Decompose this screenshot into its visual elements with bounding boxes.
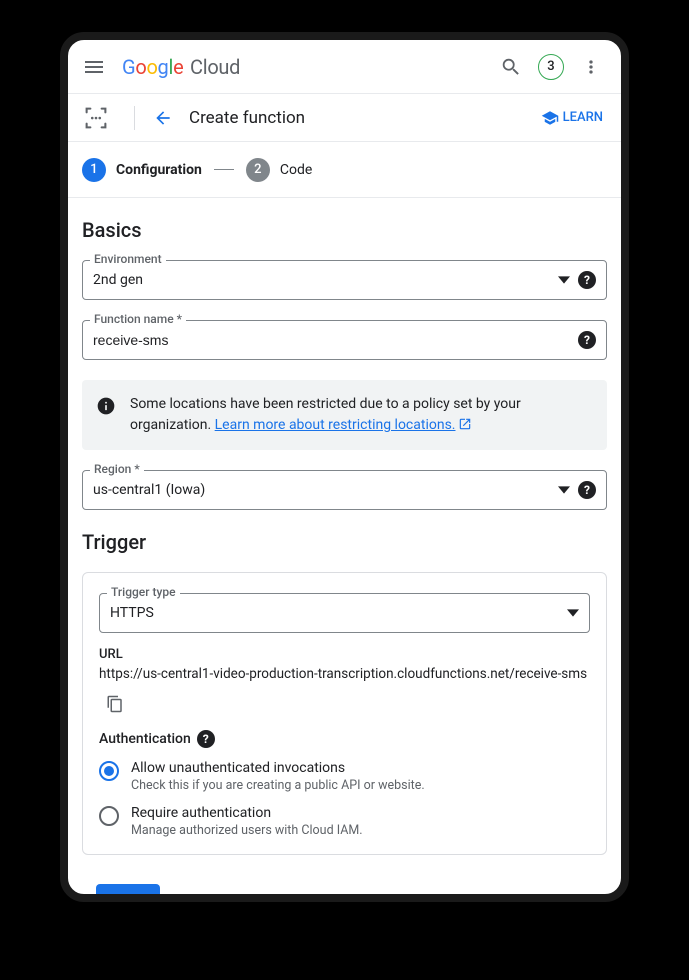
auth-heading: Authentication ? bbox=[99, 730, 590, 748]
auth-radio-require[interactable]: Require authentication Manage authorized… bbox=[99, 805, 590, 838]
function-name-input-box: ? bbox=[82, 320, 607, 360]
search-icon[interactable] bbox=[491, 47, 531, 87]
back-button[interactable] bbox=[145, 100, 181, 136]
help-icon[interactable]: ? bbox=[578, 481, 596, 499]
url-label: URL bbox=[99, 647, 590, 662]
chevron-down-icon bbox=[567, 604, 579, 623]
radio-title: Require authentication bbox=[131, 805, 363, 821]
region-select[interactable]: us-central1 (Iowa) ? bbox=[82, 470, 607, 510]
function-name-label: Function name * bbox=[90, 312, 186, 326]
external-link-icon bbox=[458, 417, 472, 431]
environment-label: Environment bbox=[90, 252, 166, 266]
environment-select[interactable]: 2nd gen ? bbox=[82, 260, 607, 300]
radio-subtitle: Check this if you are creating a public … bbox=[131, 778, 425, 793]
info-icon bbox=[96, 396, 116, 416]
notif-count: 3 bbox=[538, 54, 564, 80]
function-name-input[interactable] bbox=[93, 332, 570, 348]
trigger-card: Trigger type HTTPS URL https://us-centra… bbox=[82, 572, 607, 855]
radio-title: Allow unauthenticated invocations bbox=[131, 760, 425, 776]
learn-more-link[interactable]: Learn more about restricting locations. bbox=[215, 417, 472, 433]
copy-icon[interactable] bbox=[99, 688, 131, 720]
region-field: Region * us-central1 (Iowa) ? bbox=[82, 470, 607, 510]
basics-heading: Basics bbox=[82, 218, 607, 242]
step-1-circle[interactable]: 1 bbox=[82, 158, 106, 182]
trigger-type-value: HTTPS bbox=[110, 605, 567, 621]
cancel-button[interactable]: CANCEL bbox=[180, 892, 237, 894]
device-frame: Google Cloud 3 Create function LEARN 1 C… bbox=[60, 32, 629, 902]
page-header-bar: Create function LEARN bbox=[68, 94, 621, 142]
environment-value: 2nd gen bbox=[93, 272, 558, 288]
help-icon[interactable]: ? bbox=[578, 331, 596, 349]
trigger-heading: Trigger bbox=[82, 530, 607, 554]
step-2-label[interactable]: Code bbox=[280, 162, 312, 178]
stepper: 1 Configuration 2 Code bbox=[68, 142, 621, 198]
cloud-functions-icon bbox=[80, 102, 112, 134]
step-2-circle[interactable]: 2 bbox=[246, 158, 270, 182]
trigger-type-field: Trigger type HTTPS bbox=[99, 593, 590, 633]
region-label: Region * bbox=[90, 462, 144, 476]
trigger-type-label: Trigger type bbox=[107, 585, 180, 599]
radio-subtitle: Manage authorized users with Cloud IAM. bbox=[131, 823, 363, 838]
radio-icon bbox=[99, 806, 119, 826]
function-name-field: Function name * ? bbox=[82, 320, 607, 360]
auth-radio-unauth[interactable]: Allow unauthenticated invocations Check … bbox=[99, 760, 590, 793]
location-restriction-info: Some locations have been restricted due … bbox=[82, 380, 607, 450]
separator bbox=[134, 106, 135, 130]
next-button[interactable]: NEXT bbox=[96, 884, 160, 894]
step-connector bbox=[214, 169, 234, 170]
trigger-type-select[interactable]: HTTPS bbox=[99, 593, 590, 633]
top-app-bar: Google Cloud 3 bbox=[68, 40, 621, 94]
more-icon[interactable] bbox=[571, 47, 611, 87]
learn-label: LEARN bbox=[563, 110, 603, 125]
notifications-badge[interactable]: 3 bbox=[531, 47, 571, 87]
help-icon[interactable]: ? bbox=[197, 730, 215, 748]
page-title: Create function bbox=[189, 108, 305, 128]
region-value: us-central1 (Iowa) bbox=[93, 482, 558, 498]
chevron-down-icon bbox=[558, 481, 570, 500]
form-footer: NEXT CANCEL bbox=[82, 867, 607, 894]
google-cloud-logo[interactable]: Google Cloud bbox=[122, 55, 240, 79]
help-icon[interactable]: ? bbox=[578, 271, 596, 289]
form-scroll-area[interactable]: Basics Environment 2nd gen ? Function na… bbox=[68, 198, 621, 894]
environment-field: Environment 2nd gen ? bbox=[82, 260, 607, 300]
menu-icon[interactable] bbox=[82, 55, 106, 79]
chevron-down-icon bbox=[558, 271, 570, 290]
radio-icon bbox=[99, 761, 119, 781]
url-value: https://us-central1-video-production-tra… bbox=[99, 666, 590, 682]
learn-button[interactable]: LEARN bbox=[541, 109, 603, 127]
step-1-label[interactable]: Configuration bbox=[116, 162, 202, 178]
